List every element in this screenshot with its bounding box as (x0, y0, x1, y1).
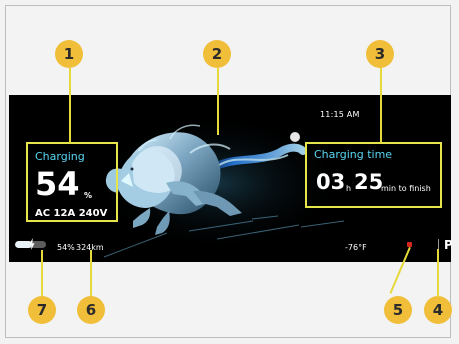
callout-2: 2 (203, 40, 231, 68)
callout-line-3 (380, 68, 382, 143)
callout-3: 3 (366, 40, 394, 68)
charging-percent-value: 54 (35, 165, 80, 203)
callout-7: 7 (28, 296, 56, 324)
callout-line-2 (217, 68, 219, 135)
callout-4: 4 (424, 296, 452, 324)
charging-label: Charging (35, 150, 85, 163)
temperature-display: -76°F (345, 242, 367, 252)
charging-time-hours: 03 (316, 170, 346, 194)
charging-time-label: Charging time (314, 148, 393, 161)
callout-1: 1 (55, 40, 83, 68)
charging-status-box: Charging 54 % AC 12A 240V (26, 142, 118, 222)
callout-6: 6 (77, 296, 105, 324)
callout-5: 5 (384, 296, 412, 324)
callout-line-4 (437, 249, 439, 297)
gear-indicator: P (444, 238, 453, 252)
gear-divider (438, 239, 439, 249)
charging-time-minutes-unit: min to finish (381, 184, 431, 193)
callout-line-1 (69, 68, 71, 143)
charging-power-info: AC 12A 240V (35, 208, 108, 219)
charging-time-minutes: 25 (354, 170, 384, 194)
callout-line-7 (41, 250, 43, 296)
battery-bolt-icon (29, 238, 35, 250)
battery-percent-text: 54% (57, 242, 75, 252)
callout-line-6 (90, 250, 92, 296)
charging-time-box: Charging time 03 h 25 min to finish (305, 142, 442, 208)
charging-percent-unit: % (84, 191, 93, 200)
clock-display: 11:15 AM (320, 110, 360, 119)
charging-time-hours-unit: h (346, 184, 352, 193)
